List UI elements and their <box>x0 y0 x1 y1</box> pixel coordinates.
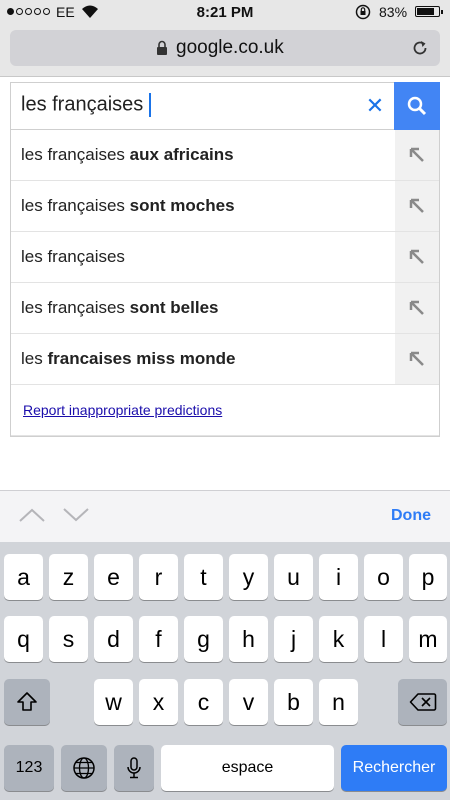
fill-query-arrow-icon[interactable] <box>395 130 439 180</box>
key-l[interactable]: l <box>364 616 403 662</box>
rotation-lock-icon <box>355 4 371 20</box>
key-f[interactable]: f <box>139 616 178 662</box>
key-u[interactable]: u <box>274 554 313 600</box>
search-button[interactable] <box>394 82 440 130</box>
key-r[interactable]: r <box>139 554 178 600</box>
url-text: google.co.uk <box>176 37 284 58</box>
suggestion-item[interactable]: les françaises <box>11 232 439 283</box>
globe-icon <box>73 757 95 779</box>
key-k[interactable]: k <box>319 616 358 662</box>
microphone-icon <box>127 757 141 779</box>
key-y[interactable]: y <box>229 554 268 600</box>
keyboard-accessory-bar: Done <box>0 490 450 542</box>
numbers-key[interactable]: 123 <box>4 745 54 791</box>
key-i[interactable]: i <box>319 554 358 600</box>
key-c[interactable]: c <box>184 679 223 725</box>
key-t[interactable]: t <box>184 554 223 600</box>
fill-query-arrow-icon[interactable] <box>395 334 439 384</box>
globe-key[interactable] <box>61 745 107 791</box>
key-g[interactable]: g <box>184 616 223 662</box>
text-caret <box>149 93 152 117</box>
browser-top-bar: EE 8:21 PM 83% google.co.uk <box>0 0 450 77</box>
search-icon <box>407 96 427 116</box>
shift-icon <box>17 692 37 711</box>
chevron-up-icon[interactable] <box>18 506 46 524</box>
suggestion-list: les françaises aux africains les françai… <box>10 130 440 437</box>
search-box: les françaises ✕ <box>10 82 440 130</box>
key-d[interactable]: d <box>94 616 133 662</box>
suggestion-item[interactable]: les françaises sont belles <box>11 283 439 334</box>
report-predictions-link[interactable]: Report inappropriate predictions <box>23 402 222 418</box>
key-m[interactable]: m <box>409 616 447 662</box>
key-j[interactable]: j <box>274 616 313 662</box>
suggestion-item[interactable]: les françaises sont moches <box>11 181 439 232</box>
key-v[interactable]: v <box>229 679 268 725</box>
key-a[interactable]: a <box>4 554 43 600</box>
chevron-down-icon[interactable] <box>62 506 90 524</box>
done-button[interactable]: Done <box>391 507 431 525</box>
dictation-key[interactable] <box>114 745 154 791</box>
battery-percentage: 83% <box>379 4 408 20</box>
key-h[interactable]: h <box>229 616 268 662</box>
key-x[interactable]: x <box>139 679 178 725</box>
clear-icon[interactable]: ✕ <box>363 94 387 118</box>
fill-query-arrow-icon[interactable] <box>395 181 439 231</box>
key-w[interactable]: w <box>94 679 133 725</box>
status-bar: EE 8:21 PM 83% <box>0 0 450 24</box>
search-return-key[interactable]: Rechercher <box>341 745 447 791</box>
fill-query-arrow-icon[interactable] <box>395 283 439 333</box>
reload-icon[interactable] <box>410 38 430 58</box>
search-input[interactable]: les françaises <box>21 93 152 117</box>
key-p[interactable]: p <box>409 554 447 600</box>
backspace-icon <box>409 693 436 711</box>
key-e[interactable]: e <box>94 554 133 600</box>
backspace-key[interactable] <box>398 679 447 725</box>
fill-query-arrow-icon[interactable] <box>395 232 439 282</box>
report-row: Report inappropriate predictions <box>11 385 439 436</box>
address-bar[interactable]: google.co.uk <box>10 30 440 66</box>
space-key[interactable]: espace <box>161 745 334 791</box>
shift-key[interactable] <box>4 679 50 725</box>
key-s[interactable]: s <box>49 616 88 662</box>
suggestion-item[interactable]: les françaises aux africains <box>11 130 439 181</box>
key-o[interactable]: o <box>364 554 403 600</box>
battery-icon <box>415 6 443 17</box>
keyboard: a z e r t y u i o p q s d f g h j k l m … <box>0 542 450 800</box>
key-b[interactable]: b <box>274 679 313 725</box>
suggestion-item[interactable]: les francaises miss monde <box>11 334 439 385</box>
lock-icon <box>157 40 167 55</box>
key-n[interactable]: n <box>319 679 358 725</box>
key-q[interactable]: q <box>4 616 43 662</box>
key-z[interactable]: z <box>49 554 88 600</box>
